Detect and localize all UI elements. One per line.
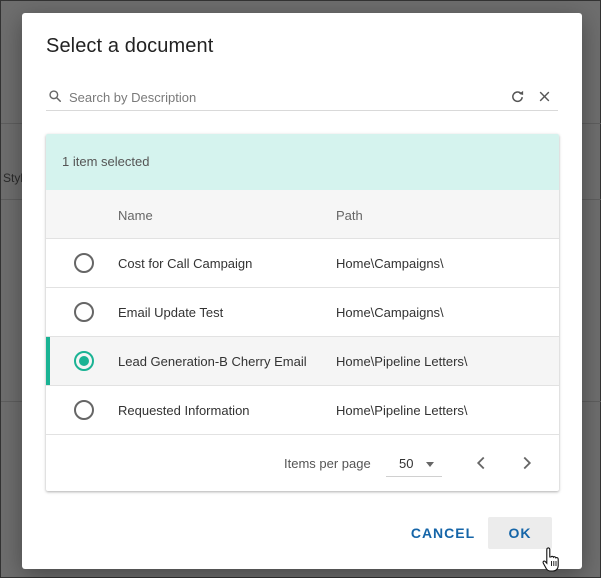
paginator: Items per page 50 [46,437,559,491]
cell-name: Cost for Call Campaign [118,256,253,271]
cell-path: Home\Campaigns\ [336,256,444,271]
row-radio-checked[interactable] [74,351,94,371]
row-radio[interactable] [74,253,94,273]
column-header-path[interactable]: Path [336,208,363,223]
items-per-page-label: Items per page [284,456,371,471]
backdrop-label: Styl [3,171,24,185]
table-header: Name Path [46,190,559,239]
chevron-left-icon[interactable] [470,451,492,475]
cell-name: Lead Generation-B Cherry Email [118,354,307,369]
select-document-dialog: Select a document 1 item selected Name P… [22,13,582,569]
column-header-name[interactable]: Name [118,208,153,223]
cell-name: Requested Information [118,403,250,418]
table-row-selected[interactable]: Lead Generation-B Cherry Email Home\Pipe… [46,337,559,386]
dialog-title: Select a document [46,35,214,57]
selection-status: 1 item selected [46,134,559,190]
chevron-right-icon[interactable] [516,451,538,475]
cell-name: Email Update Test [118,305,224,320]
ok-button[interactable]: OK [488,517,552,549]
search-icon [49,90,62,103]
row-radio[interactable] [74,400,94,420]
caret-down-icon [426,462,434,467]
cell-path: Home\Campaigns\ [336,305,444,320]
table-row[interactable]: Email Update Test Home\Campaigns\ [46,288,559,337]
cell-path: Home\Pipeline Letters\ [336,354,468,369]
table-row[interactable]: Requested Information Home\Pipeline Lett… [46,386,559,435]
search-input[interactable] [69,86,499,108]
table-row[interactable]: Cost for Call Campaign Home\Campaigns\ [46,239,559,288]
row-radio[interactable] [74,302,94,322]
search-bar [46,85,558,111]
items-per-page-select[interactable]: 50 [386,449,442,477]
cancel-button[interactable]: CANCEL [400,517,486,549]
refresh-icon[interactable] [510,89,525,104]
hand-pointer-icon [542,547,559,572]
document-table-card: 1 item selected Name Path Cost for Call … [46,134,559,491]
close-icon[interactable] [538,90,551,103]
cell-path: Home\Pipeline Letters\ [336,403,468,418]
items-per-page-value: 50 [399,456,414,471]
